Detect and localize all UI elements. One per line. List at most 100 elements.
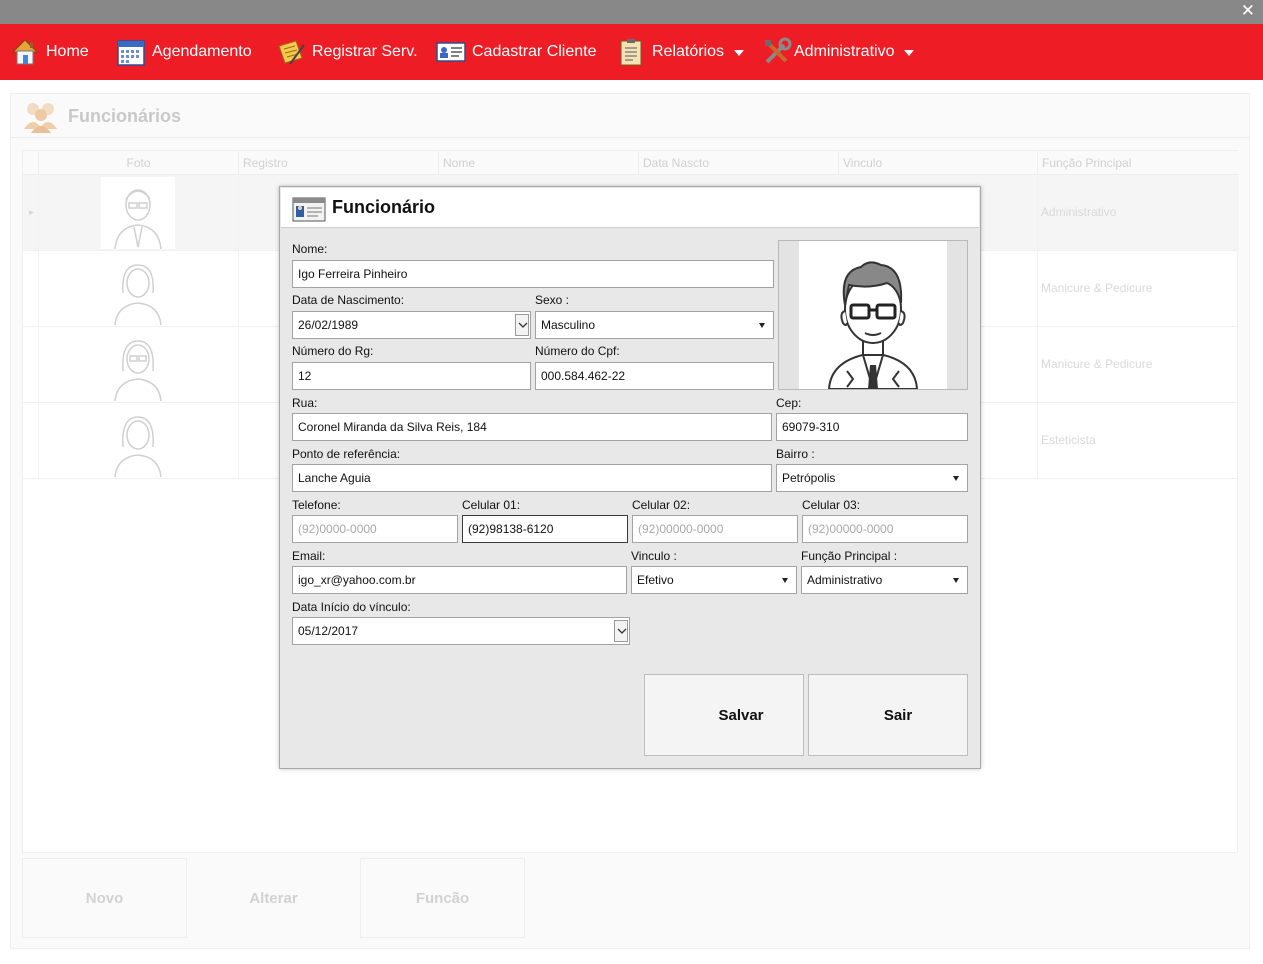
email-input[interactable]: igo_xr@yahoo.com.br — [292, 566, 627, 594]
menu-agendamento-label: Agendamento — [152, 43, 252, 60]
nascimento-label: Data de Nascimento: — [292, 293, 405, 307]
avatar — [101, 177, 175, 250]
grid-header: Foto Registro Nome Data Nascto Vinculo F… — [23, 151, 1239, 175]
window-close-button[interactable]: ✕ — [1241, 1, 1255, 21]
inicio-vinculo-value: 05/12/2017 — [298, 624, 359, 638]
cell-funcao: Esteticista — [1041, 433, 1096, 447]
chevron-down-icon — [904, 50, 915, 56]
employee-card-icon — [292, 197, 326, 221]
sexo-label: Sexo : — [535, 293, 570, 307]
cep-label: Cep: — [776, 396, 802, 410]
sexo-value: Masculino — [541, 318, 596, 332]
celular1-input[interactable]: (92)98138-6120 — [462, 515, 628, 543]
inicio-vinculo-label: Data Início do vínculo: — [292, 600, 411, 614]
telefone-input[interactable]: (92)0000-0000 — [292, 515, 458, 543]
dropdown-arrow-icon — [953, 476, 959, 481]
funcao-button[interactable]: Funcão — [360, 858, 525, 938]
cell-funcao: Manicure & Pedicure — [1041, 281, 1153, 295]
bairro-value: Petrópolis — [782, 471, 836, 485]
chevron-down-icon — [518, 322, 528, 328]
employee-avatar-icon — [827, 261, 919, 393]
divider — [10, 137, 1250, 138]
sair-button[interactable]: Sair — [808, 674, 968, 756]
notepad-pen-icon — [278, 40, 305, 65]
row-selector-icon: ▸ — [29, 207, 34, 217]
column-header-foto[interactable]: Foto — [38, 151, 238, 175]
vinculo-label: Vinculo : — [631, 549, 677, 563]
rua-label: Rua: — [292, 396, 318, 410]
calendar-dropdown-button[interactable] — [614, 620, 628, 642]
nascimento-value: 26/02/1989 — [298, 318, 359, 332]
chevron-down-icon — [617, 628, 627, 634]
menu-administrativo[interactable]: Administrativo — [762, 24, 915, 80]
employee-photo — [799, 241, 947, 393]
column-header-funcao[interactable]: Função Principal — [1037, 151, 1237, 175]
menu-registrar-serv[interactable]: Registrar Serv. — [276, 24, 418, 80]
referencia-label: Ponto de referência: — [292, 447, 401, 461]
vinculo-select[interactable]: Efetivo — [631, 566, 797, 594]
funcao-label: Função Principal : — [801, 549, 898, 563]
celular1-label: Celular 01: — [462, 498, 521, 512]
funcionarios-header: Funcionários — [22, 96, 181, 136]
menu-agendamento[interactable]: Agendamento — [116, 24, 252, 80]
sair-button-label: Sair — [883, 706, 913, 724]
menu-administrativo-label: Administrativo — [794, 43, 895, 60]
column-header-data-nascto[interactable]: Data Nascto — [638, 151, 838, 175]
cell-funcao: Administrativo — [1041, 205, 1117, 219]
nome-input[interactable]: Igo Ferreira Pinheiro — [292, 260, 774, 288]
menu-cadastrar-cliente[interactable]: Cadastrar Cliente — [436, 24, 597, 80]
column-header-nome[interactable]: Nome — [438, 151, 638, 175]
menu-home[interactable]: Home — [10, 24, 89, 80]
inicio-vinculo-date-picker[interactable]: 05/12/2017 — [292, 617, 630, 645]
rg-input[interactable]: 12 — [292, 362, 531, 390]
dropdown-arrow-icon — [759, 323, 765, 328]
celular2-label: Celular 02: — [632, 498, 691, 512]
column-divider — [1037, 175, 1038, 478]
bairro-select[interactable]: Petrópolis — [776, 464, 968, 492]
funcao-value: Administrativo — [807, 573, 883, 587]
rg-label: Número do Rg: — [292, 344, 374, 358]
cpf-input[interactable]: 000.584.462-22 — [535, 362, 774, 390]
column-divider — [238, 175, 239, 478]
alterar-button[interactable]: Alterar — [191, 858, 356, 938]
column-header-registro[interactable]: Registro — [238, 151, 438, 175]
salvar-button[interactable]: Salvar — [644, 674, 804, 756]
celular2-input[interactable]: (92)00000-0000 — [632, 515, 798, 543]
avatar — [101, 253, 175, 326]
menu-registrar-label: Registrar Serv. — [312, 43, 418, 60]
home-icon — [11, 39, 39, 65]
cell-funcao: Manicure & Pedicure — [1041, 357, 1153, 371]
menu-relatorios[interactable]: Relatórios — [616, 24, 745, 80]
salvar-button-label: Salvar — [718, 706, 764, 724]
dialog-header: Funcionário — [281, 188, 979, 228]
people-icon — [24, 103, 57, 133]
novo-button[interactable]: Novo — [22, 858, 187, 938]
celular3-input[interactable]: (92)00000-0000 — [802, 515, 968, 543]
menu-home-label: Home — [46, 43, 89, 60]
menu-cadastrar-label: Cadastrar Cliente — [472, 43, 597, 60]
funcao-select[interactable]: Administrativo — [801, 566, 968, 594]
calendar-dropdown-button[interactable] — [515, 314, 529, 336]
funcionario-dialog: Funcionário Nome: Igo Ferreira Pinheiro … — [279, 186, 981, 769]
cep-input[interactable]: 69079-310 — [776, 413, 968, 441]
sexo-select[interactable]: Masculino — [535, 311, 774, 339]
cpf-label: Número do Cpf: — [535, 344, 620, 358]
rua-input[interactable]: Coronel Miranda da Silva Reis, 184 — [292, 413, 772, 441]
column-header-vinculo[interactable]: Vinculo — [838, 151, 1038, 175]
nascimento-date-picker[interactable]: 26/02/1989 — [292, 311, 531, 339]
celular3-label: Celular 03: — [802, 498, 861, 512]
main-menu-bar: Home Agendamento Registrar Serv. Cadastr… — [0, 24, 1263, 80]
dropdown-arrow-icon — [953, 578, 959, 583]
nome-label: Nome: — [292, 242, 328, 256]
referencia-input[interactable]: Lanche Aguia — [292, 464, 772, 492]
funcionarios-title: Funcionários — [68, 105, 182, 126]
menu-relatorios-label: Relatórios — [652, 43, 725, 60]
window-titlebar: ✕ — [0, 0, 1263, 24]
column-divider — [38, 175, 39, 478]
photo-frame[interactable] — [778, 240, 968, 393]
avatar — [101, 405, 175, 478]
tools-icon — [765, 37, 792, 64]
dropdown-arrow-icon — [782, 578, 788, 583]
telefone-label: Telefone: — [292, 498, 341, 512]
vinculo-value: Efetivo — [637, 573, 674, 587]
